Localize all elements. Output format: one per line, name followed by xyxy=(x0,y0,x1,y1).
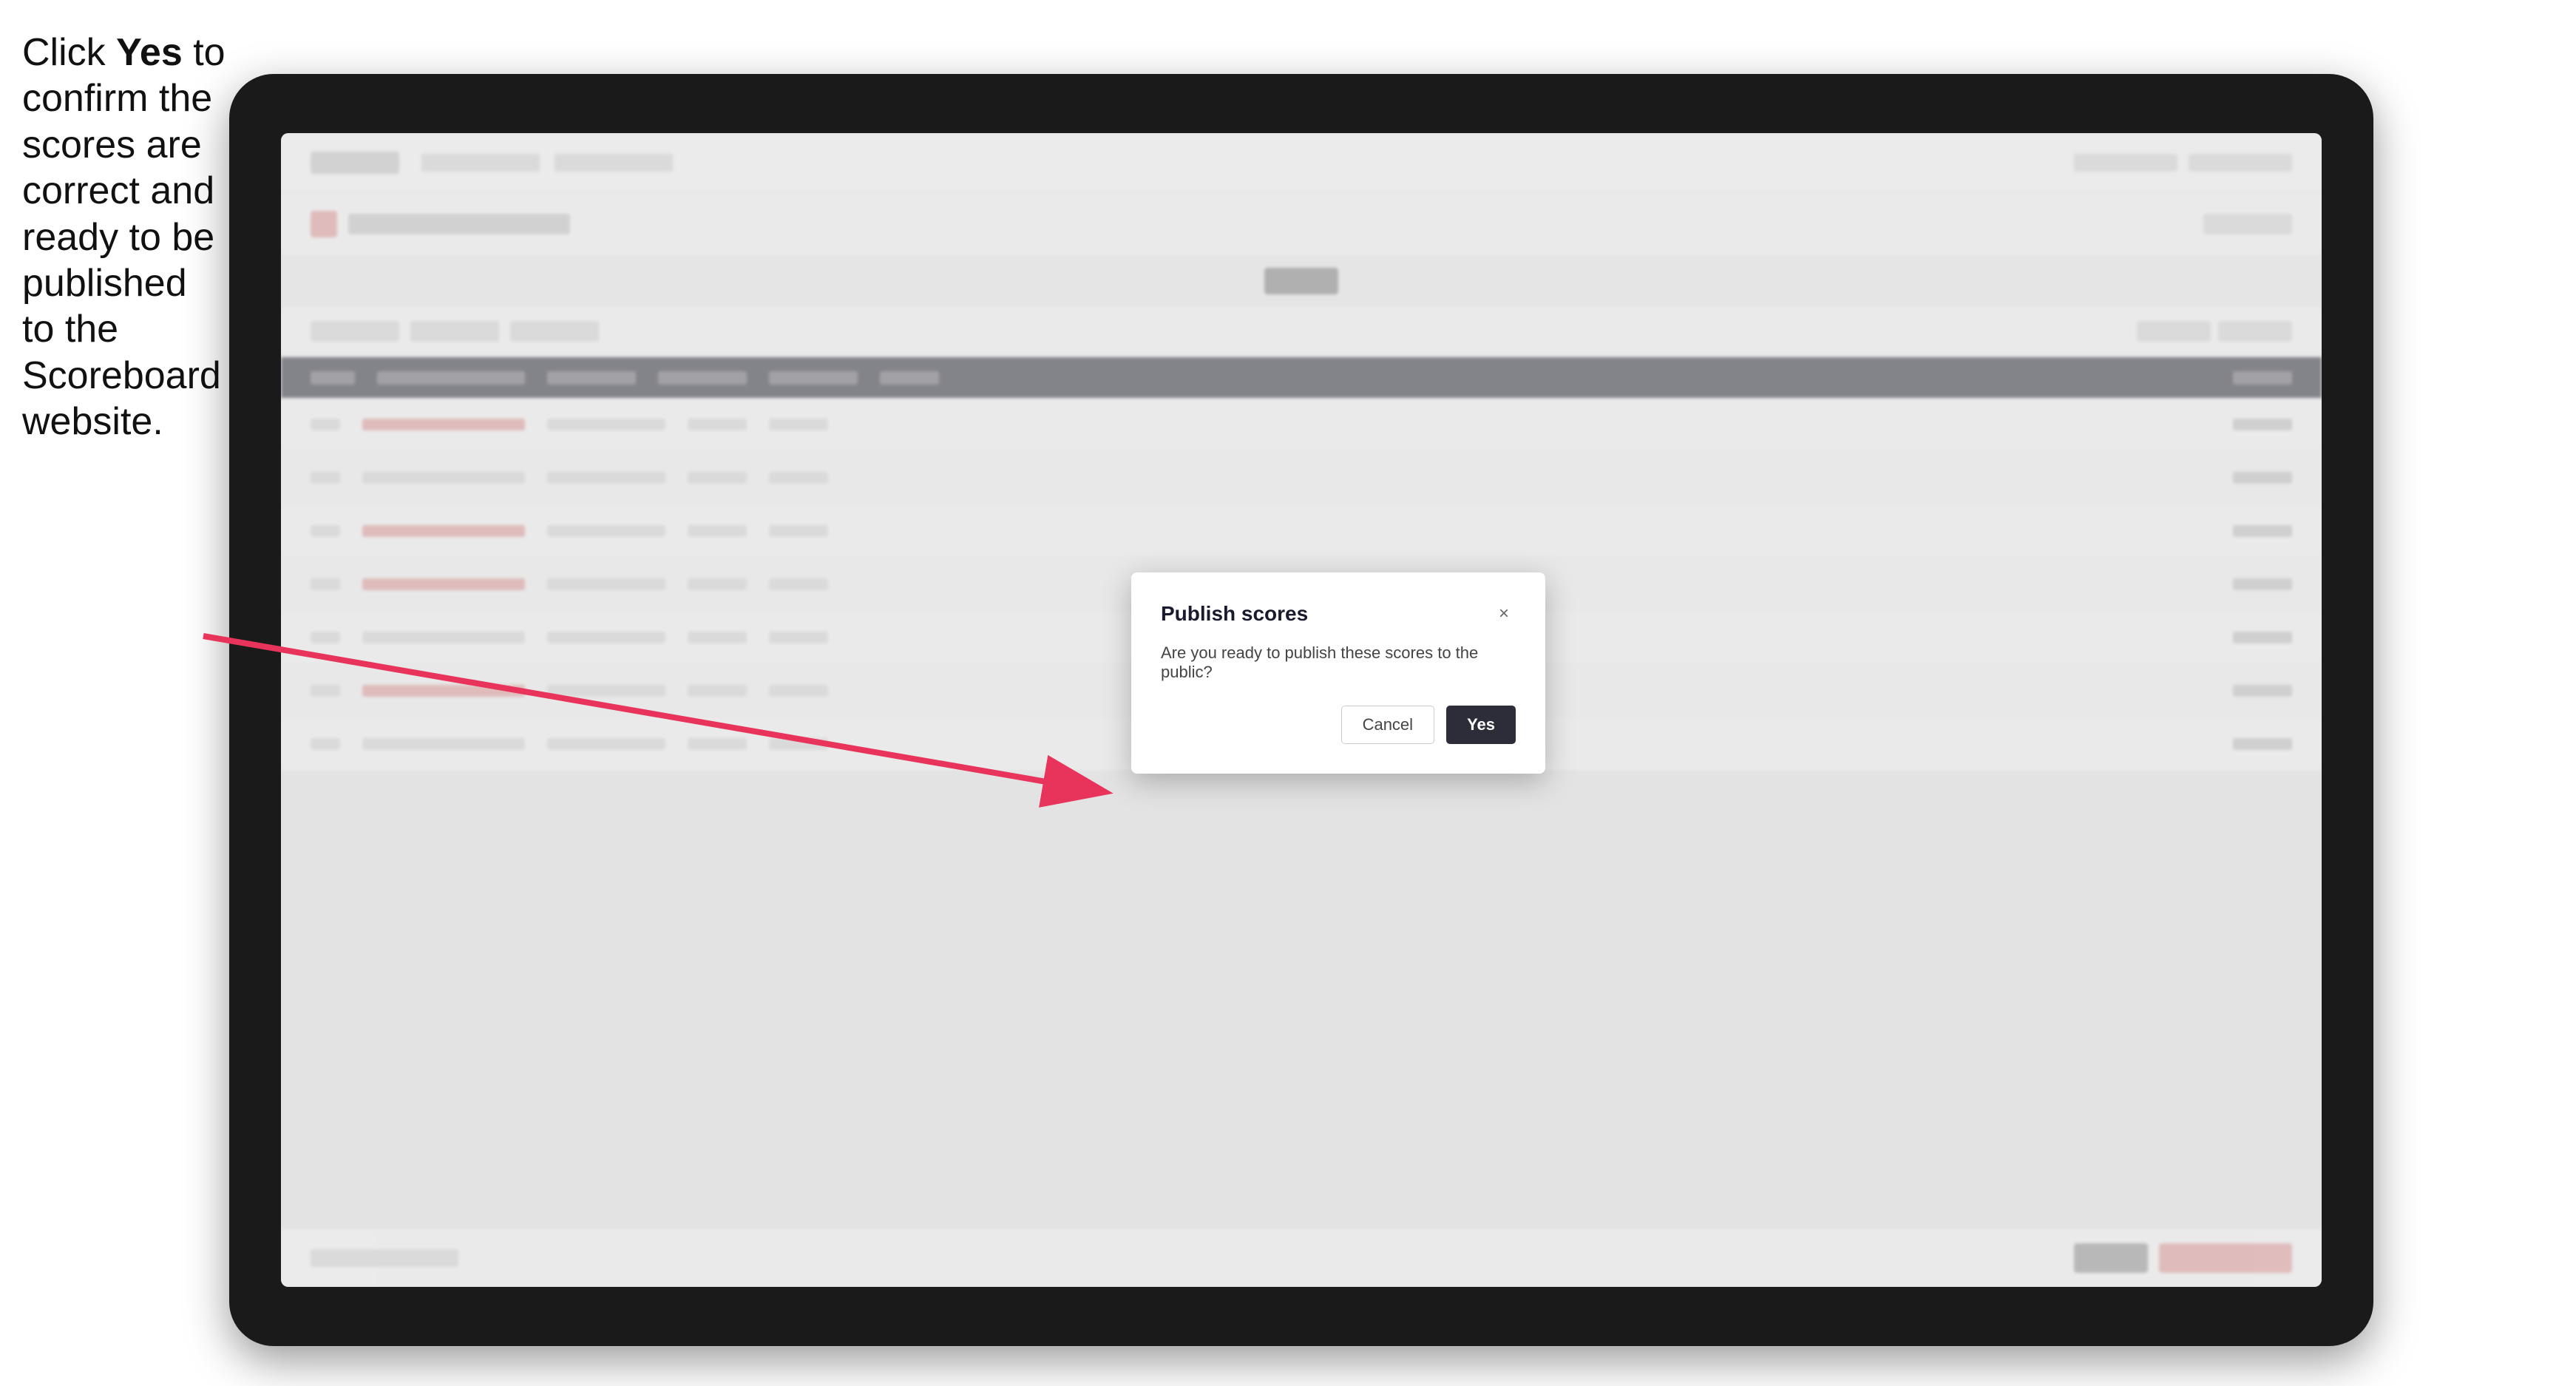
instruction-text: Click Yes to confirm the scores are corr… xyxy=(22,30,229,445)
cancel-button[interactable]: Cancel xyxy=(1341,706,1434,744)
modal-close-button[interactable]: × xyxy=(1492,602,1516,626)
modal-header: Publish scores × xyxy=(1161,602,1516,626)
tablet-device: Publish scores × Are you ready to publis… xyxy=(229,74,2373,1346)
modal-body-text: Are you ready to publish these scores to… xyxy=(1161,643,1516,682)
publish-scores-dialog: Publish scores × Are you ready to publis… xyxy=(1131,572,1545,774)
modal-title: Publish scores xyxy=(1161,602,1308,626)
tablet-screen: Publish scores × Are you ready to publis… xyxy=(281,133,2322,1287)
yes-button[interactable]: Yes xyxy=(1446,706,1516,744)
modal-footer: Cancel Yes xyxy=(1161,706,1516,744)
modal-overlay: Publish scores × Are you ready to publis… xyxy=(281,133,2322,1287)
modal-body: Are you ready to publish these scores to… xyxy=(1161,643,1516,682)
